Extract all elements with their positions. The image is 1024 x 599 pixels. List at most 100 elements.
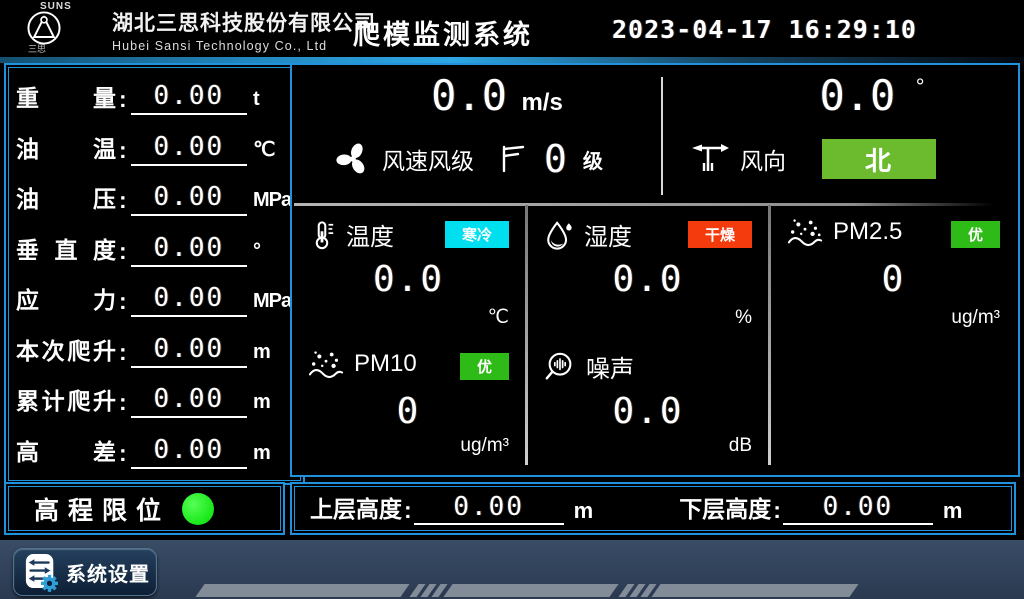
wind-direction-unit: ° (916, 74, 925, 99)
header: SUNS 三思 湖北三思科技股份有限公司 Hubei Sansi Technol… (0, 0, 1024, 57)
row-unit: MPa (253, 290, 293, 321)
row-label: 应力 (16, 281, 116, 321)
row-unit: m (253, 341, 293, 372)
footer-decor-stripe (195, 584, 409, 597)
temperature-unit: ℃ (488, 306, 509, 329)
wind-direction-display: 0.0 ° (762, 71, 982, 120)
elevation-limit-status-light (182, 493, 214, 525)
row-unit: ° (253, 240, 293, 271)
wind-direction-value: 0.0 (819, 71, 895, 120)
upper-height-value: 0.00 (414, 492, 564, 525)
temperature-status-badge: 寒冷 (445, 221, 509, 248)
lower-height-label: 下层高度 (679, 490, 771, 528)
pm25-header: PM2.5 (787, 217, 902, 247)
noise-unit: dB (729, 435, 752, 457)
environment-panel: 0.0 m/s 风速风级 0 级 (290, 63, 1020, 477)
measurements-panel: 重量: 0.00 t 油温: 0.00 ℃ 油压: 0.00 MPa 垂直度: … (4, 63, 305, 485)
wind-speed-unit: m/s (521, 89, 562, 116)
row-value: 0.00 (131, 81, 247, 115)
pm10-label: PM10 (354, 350, 417, 378)
humidity-cell: 湿度 干燥 0.0 % (528, 205, 768, 335)
row-unit: ℃ (253, 137, 293, 170)
row-label: 本次爬升 (16, 332, 116, 372)
wind-level-unit: 级 (583, 145, 603, 174)
wind-section-divider (661, 77, 663, 195)
wind-level-value: 0 (544, 137, 567, 181)
row-value: 0.00 (131, 384, 247, 418)
row-value: 0.00 (131, 435, 247, 469)
wind-level-display: 风速风级 0 级 (334, 137, 603, 181)
row-height-diff: 高差: 0.00 m (16, 429, 293, 473)
layer-heights-panel: 上层高度: 0.00 m 下层高度: 0.00 m (290, 482, 1016, 535)
upper-height-label: 上层高度 (310, 490, 402, 528)
temperature-header: 温度 (308, 217, 394, 252)
company-name: 湖北三思科技股份有限公司 Hubei Sansi Technology Co.,… (112, 7, 376, 53)
footer-decor-stripe (651, 584, 858, 597)
row-label: 重量 (16, 79, 116, 119)
footer-decor-stripe (443, 584, 618, 597)
row-value: 0.00 (131, 334, 247, 368)
row-label: 高差 (16, 433, 116, 473)
wind-level-flag-icon (500, 144, 526, 174)
row-value: 0.00 (131, 233, 247, 267)
wind-direction-button[interactable]: 北 (822, 139, 936, 179)
row-verticality: 垂直度: 0.00 ° (16, 227, 293, 271)
row-oil-pressure: 油压: 0.00 MPa (16, 176, 293, 220)
row-label: 油压 (16, 180, 116, 220)
row-value: 0.00 (131, 283, 247, 317)
pm10-status-badge: 优 (460, 353, 509, 380)
system-settings-button[interactable]: 系统设置 (13, 548, 157, 596)
settings-sliders-icon (24, 552, 58, 592)
row-unit: t (253, 88, 293, 119)
temperature-value: 0.0 (292, 259, 525, 300)
dust-icon (787, 217, 823, 247)
wind-vane-icon (690, 139, 732, 179)
pm10-cell: PM10 优 0 ug/m³ (292, 337, 525, 463)
settings-button-label: 系统设置 (66, 558, 150, 587)
row-current-climb: 本次爬升: 0.00 m (16, 328, 293, 372)
humidity-status-badge: 干燥 (688, 221, 752, 248)
humidity-unit: % (735, 307, 752, 329)
wind-direction-row: 风向 北 (690, 139, 936, 179)
wind-speed-display: 0.0 m/s (352, 71, 642, 120)
pm25-cell: PM2.5 优 0 ug/m³ (771, 205, 1016, 335)
footer-bar: 系统设置 (0, 540, 1024, 599)
thermometer-icon (308, 220, 336, 250)
wind-speed-label: 风速风级 (382, 142, 474, 176)
pm10-unit: ug/m³ (460, 435, 509, 457)
row-unit: m (253, 442, 293, 473)
noise-value: 0.0 (528, 391, 768, 432)
logo-cn-text: 三思 (28, 42, 106, 55)
lower-height-unit: m (943, 498, 963, 528)
row-value: 0.00 (131, 182, 247, 216)
row-value: 0.00 (131, 132, 247, 166)
pm25-status-badge: 优 (951, 221, 1000, 248)
upper-height-group: 上层高度: 0.00 m (310, 490, 593, 528)
humidity-value: 0.0 (528, 259, 768, 300)
noise-cell: 噪声 0.0 dB (528, 337, 768, 463)
pm25-value: 0 (771, 259, 1016, 300)
noise-icon (544, 351, 576, 383)
droplet-icon (544, 219, 574, 251)
elevation-limit-panel: 高程限位 (4, 482, 285, 535)
row-unit: m (253, 391, 293, 422)
row-label: 累计爬升 (16, 382, 116, 422)
upper-height-unit: m (574, 498, 594, 528)
row-weight: 重量: 0.00 t (16, 75, 293, 119)
row-label: 油温 (16, 130, 116, 170)
lower-height-value: 0.00 (783, 492, 933, 525)
wind-speed-value: 0.0 (431, 71, 507, 120)
elevation-limit-label: 高程限位 (34, 491, 170, 527)
humidity-label: 湿度 (584, 217, 632, 252)
pm10-value: 0 (292, 391, 525, 432)
noise-header: 噪声 (544, 349, 634, 384)
pm25-label: PM2.5 (833, 218, 902, 246)
dust-icon (308, 349, 344, 379)
datetime-display: 2023-04-17 16:29:10 (612, 15, 917, 44)
row-stress: 应力: 0.00 MPa (16, 277, 293, 321)
pm25-unit: ug/m³ (951, 307, 1000, 329)
company-name-en: Hubei Sansi Technology Co., Ltd (112, 39, 376, 53)
fan-icon (334, 140, 372, 178)
row-oil-temp: 油温: 0.00 ℃ (16, 126, 293, 170)
noise-label: 噪声 (586, 349, 634, 384)
